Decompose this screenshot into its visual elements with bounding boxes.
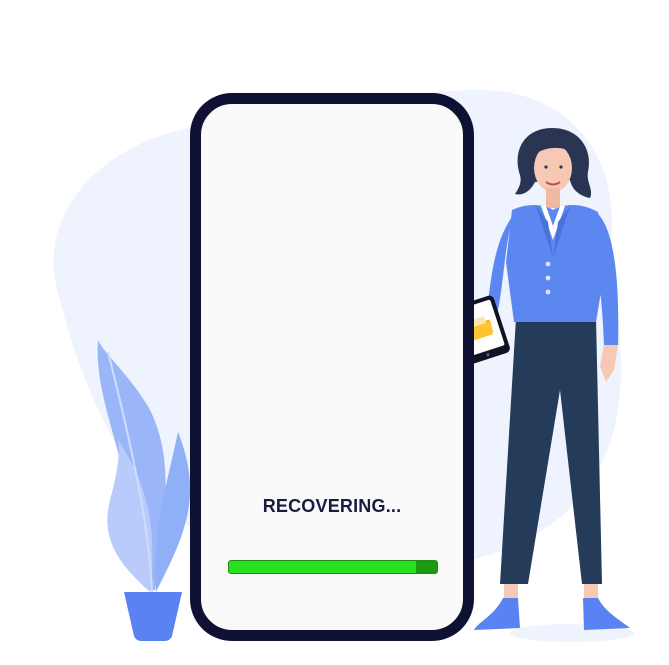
recovery-progress-fill	[229, 561, 417, 573]
recovering-status-label: RECOVERING...	[262, 496, 402, 516]
recovery-progress-bar	[228, 560, 438, 574]
plant-pot	[124, 592, 182, 641]
phone-frame: RECOVERING...	[190, 93, 474, 641]
woman-left-shoe	[474, 598, 520, 630]
woman-right-shoe	[583, 598, 630, 630]
